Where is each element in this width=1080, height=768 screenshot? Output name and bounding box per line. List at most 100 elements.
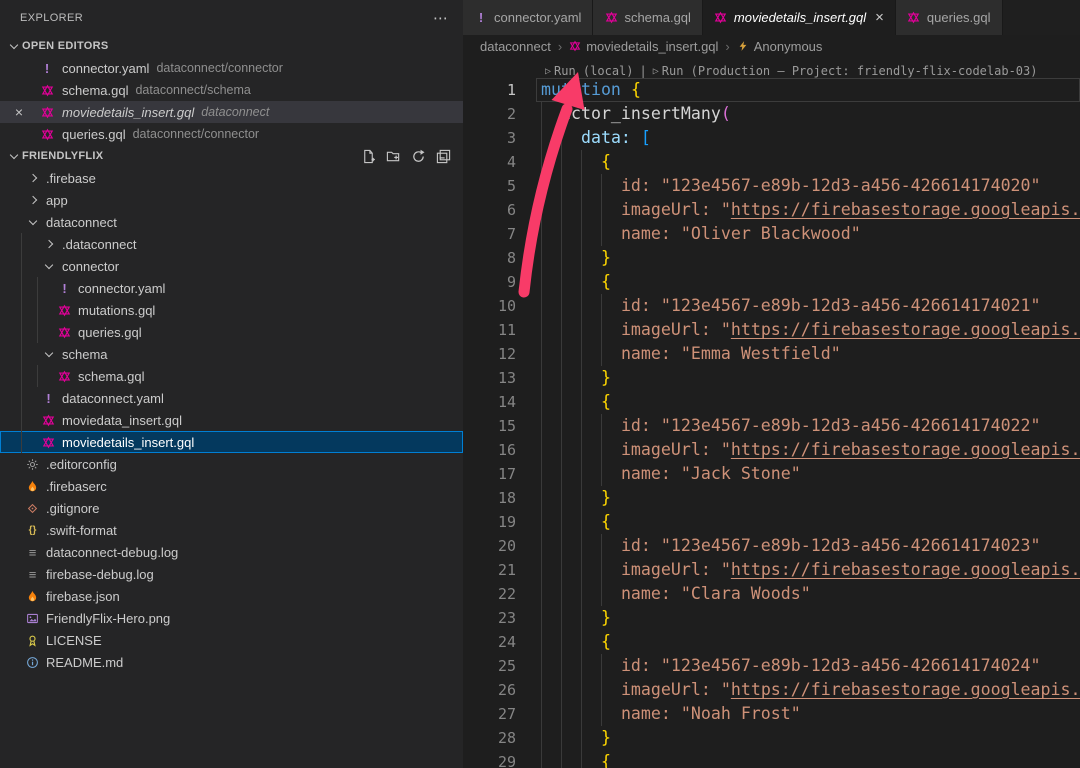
breadcrumb-item-dataconnect[interactable]: dataconnect <box>480 39 551 54</box>
code-line-content[interactable]: id: "123e4567-e89b-12d3-a456-42661417402… <box>516 174 1080 198</box>
code-line: 18 } <box>463 486 1080 510</box>
tree-item-editorconfig[interactable]: .editorconfig <box>0 453 463 475</box>
code-line-content[interactable]: id: "123e4567-e89b-12d3-a456-42661417402… <box>516 654 1080 678</box>
refresh-explorer-button[interactable] <box>410 148 426 164</box>
code-line-content[interactable]: id: "123e4567-e89b-12d3-a456-42661417402… <box>516 534 1080 558</box>
line-number: 29 <box>463 750 516 768</box>
tree-item-license[interactable]: LICENSE <box>0 629 463 651</box>
tree-item-dataconnect-debug-log[interactable]: ≡dataconnect-debug.log <box>0 541 463 563</box>
indent-guide <box>581 534 582 558</box>
tree-item-mutations-gql[interactable]: mutations.gql <box>0 299 463 321</box>
tree-item-moviedetails-insert-gql[interactable]: moviedetails_insert.gql <box>0 431 463 453</box>
tab-moviedetails-insert-gql[interactable]: moviedetails_insert.gql× <box>703 0 896 35</box>
code-line-content[interactable]: data: [ <box>516 126 1080 150</box>
code-line-content[interactable]: imageUrl: "https://firebasestorage.googl… <box>516 678 1080 702</box>
code-line-content[interactable]: imageUrl: "https://firebasestorage.googl… <box>516 438 1080 462</box>
code-line: 20 id: "123e4567-e89b-12d3-a456-42661417… <box>463 534 1080 558</box>
open-editor-queries-gql[interactable]: queries.gqldataconnect/connector <box>0 123 463 145</box>
graphql-icon <box>58 326 71 339</box>
tree-item-dataconnect[interactable]: dataconnect <box>0 211 463 233</box>
indent-guide <box>601 462 602 486</box>
code-line-content[interactable]: id: "123e4567-e89b-12d3-a456-42661417402… <box>516 414 1080 438</box>
indent-guide <box>601 174 602 198</box>
code-line-content[interactable]: imageUrl: "https://firebasestorage.googl… <box>516 558 1080 582</box>
breadcrumb-label: Anonymous <box>754 39 823 54</box>
code-line-content[interactable]: { <box>516 630 1080 654</box>
operation-icon <box>737 40 749 52</box>
close-tab-icon[interactable]: × <box>875 9 884 26</box>
indent-guide <box>561 654 562 678</box>
indent-guide <box>541 390 542 414</box>
close-editor-icon[interactable]: × <box>8 104 30 120</box>
tree-item-firebaserc[interactable]: .firebaserc <box>0 475 463 497</box>
tab-schema-gql[interactable]: schema.gql <box>593 0 702 35</box>
tree-item-firebase-debug-log[interactable]: ≡firebase-debug.log <box>0 563 463 585</box>
tree-item-swift-format[interactable]: {}.swift-format <box>0 519 463 541</box>
tree-item-firebase-json[interactable]: firebase.json <box>0 585 463 607</box>
code-line-content[interactable]: } <box>516 366 1080 390</box>
tree-item-schema-gql[interactable]: schema.gql <box>0 365 463 387</box>
open-editor-moviedetails-insert-gql[interactable]: ×moviedetails_insert.gqldataconnect <box>0 101 463 123</box>
tab-connector-yaml[interactable]: !connector.yaml <box>463 0 593 35</box>
code-line-content[interactable]: { <box>516 390 1080 414</box>
graphql-icon <box>714 11 727 24</box>
code-line-content[interactable]: actor_insertMany( <box>516 102 1080 126</box>
open-editor-schema-gql[interactable]: schema.gqldataconnect/schema <box>0 79 463 101</box>
code-line-content[interactable]: { <box>516 270 1080 294</box>
tree-item-firebase[interactable]: .firebase <box>0 167 463 189</box>
tree-item-readme-md[interactable]: README.md <box>0 651 463 673</box>
open-editor-connector-yaml[interactable]: !connector.yamldataconnect/connector <box>0 57 463 79</box>
breadcrumb-label: dataconnect <box>480 39 551 54</box>
code-line-content[interactable]: } <box>516 606 1080 630</box>
tree-item-queries-gql[interactable]: queries.gql <box>0 321 463 343</box>
line-number: 4 <box>463 150 516 174</box>
indent-guide <box>561 558 562 582</box>
tree-item-schema[interactable]: schema <box>0 343 463 365</box>
code-line-content[interactable]: } <box>516 486 1080 510</box>
indent-guide <box>541 222 542 246</box>
more-actions-button[interactable]: ⋯ <box>433 9 449 27</box>
code-line-content[interactable]: imageUrl: "https://firebasestorage.googl… <box>516 318 1080 342</box>
codelens-run-production[interactable]: ▷Run (Production – Project: friendly-fli… <box>653 64 1038 78</box>
breadcrumb-item-anonymous[interactable]: Anonymous <box>737 39 823 54</box>
tree-item-connector[interactable]: connector <box>0 255 463 277</box>
tree-item-label: schema <box>62 347 108 362</box>
indent-guide <box>581 150 582 174</box>
code-line-content[interactable]: id: "123e4567-e89b-12d3-a456-42661417402… <box>516 294 1080 318</box>
code-line-content[interactable]: name: "Oliver Blackwood" <box>516 222 1080 246</box>
indent-guide <box>601 294 602 318</box>
code-line-content[interactable]: { <box>516 150 1080 174</box>
run-icon: ▷ <box>653 66 659 77</box>
new-file-icon <box>361 149 376 164</box>
code-line-content[interactable]: name: "Clara Woods" <box>516 582 1080 606</box>
code-line-content[interactable]: name: "Jack Stone" <box>516 462 1080 486</box>
new-folder-button[interactable] <box>385 148 401 164</box>
tree-item-gitignore[interactable]: .gitignore <box>0 497 463 519</box>
open-editors-header[interactable]: OPEN EDITORS <box>0 35 463 57</box>
collapse-folders-button[interactable] <box>435 148 451 164</box>
project-header-friendlyflix[interactable]: FRIENDLYFLIX <box>0 145 463 167</box>
code-line-content[interactable]: } <box>516 246 1080 270</box>
tree-item-app[interactable]: app <box>0 189 463 211</box>
breadcrumb-separator: › <box>558 39 562 54</box>
code-line-content[interactable]: name: "Noah Frost" <box>516 702 1080 726</box>
new-file-button[interactable] <box>360 148 376 164</box>
tree-item-connector-yaml[interactable]: !connector.yaml <box>0 277 463 299</box>
code-line-content[interactable]: name: "Emma Westfield" <box>516 342 1080 366</box>
tree-item-moviedata-insert-gql[interactable]: moviedata_insert.gql <box>0 409 463 431</box>
indent-guide <box>561 294 562 318</box>
indent-guide <box>561 150 562 174</box>
codelens-run-local[interactable]: ▷Run (local) <box>545 64 634 78</box>
open-editors-title: OPEN EDITORS <box>22 40 109 52</box>
breadcrumb-item-moviedetails-insert-gql[interactable]: moviedetails_insert.gql <box>569 39 718 54</box>
code-line-content[interactable]: { <box>516 750 1080 768</box>
tab-queries-gql[interactable]: queries.gql <box>896 0 1003 35</box>
code-line-content[interactable]: } <box>516 726 1080 750</box>
code-editor[interactable]: ▷Run (local)|▷Run (Production – Project:… <box>463 57 1080 768</box>
code-line-content[interactable]: mutation { <box>516 78 1080 102</box>
tree-item-friendlyflix-hero-png[interactable]: FriendlyFlix-Hero.png <box>0 607 463 629</box>
code-line-content[interactable]: imageUrl: "https://firebasestorage.googl… <box>516 198 1080 222</box>
tree-item-dataconnect[interactable]: .dataconnect <box>0 233 463 255</box>
tree-item-dataconnect-yaml[interactable]: !dataconnect.yaml <box>0 387 463 409</box>
code-line-content[interactable]: { <box>516 510 1080 534</box>
